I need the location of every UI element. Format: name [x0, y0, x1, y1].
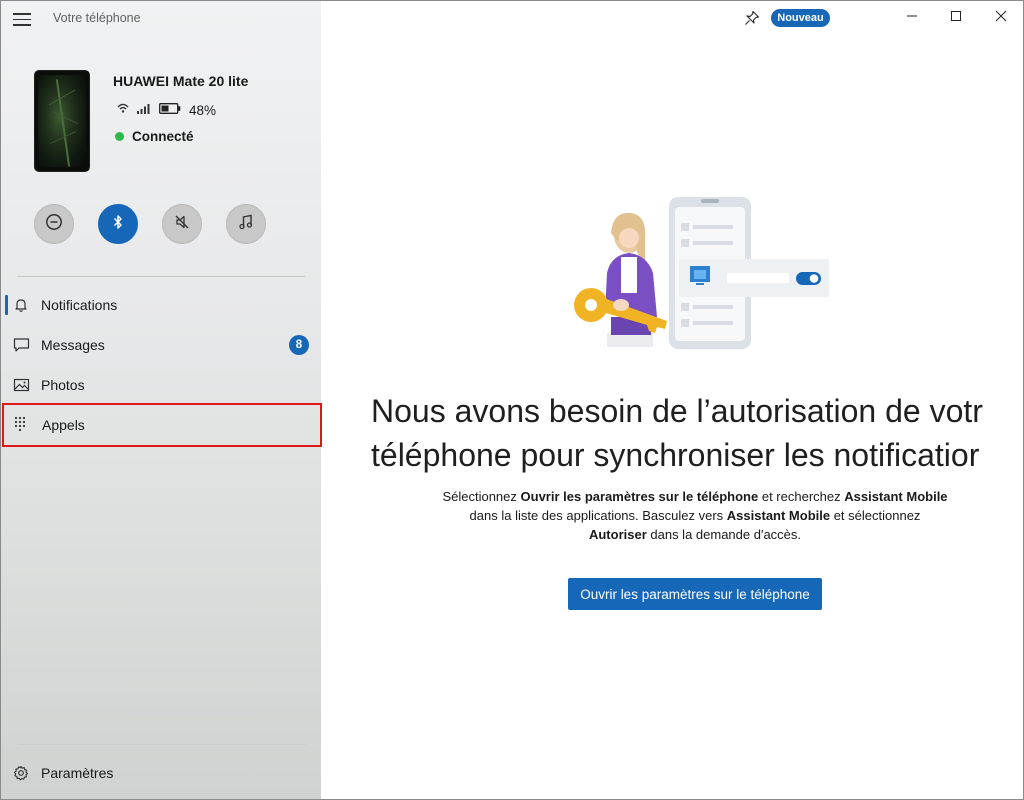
bluetooth-button[interactable]	[98, 204, 138, 244]
minimize-button[interactable]	[898, 5, 926, 31]
signal-icon	[137, 101, 151, 119]
headline-line-1: Nous avons besoin de l’autorisation de v…	[371, 393, 983, 429]
new-badge[interactable]: Nouveau	[771, 9, 830, 27]
unread-count-badge: 8	[289, 335, 309, 355]
connection-label: Connecté	[132, 129, 194, 144]
sidebar-divider-bottom	[17, 744, 305, 745]
selected-indicator	[5, 295, 8, 315]
app-window: Votre téléphone HUAWEI Mate 20 lite 48% …	[0, 0, 1024, 800]
connection-status: Connecté	[115, 129, 194, 144]
dialpad-icon	[14, 416, 32, 432]
mute-button[interactable]	[162, 204, 202, 244]
music-button[interactable]	[226, 204, 266, 244]
bluetooth-icon	[112, 214, 124, 235]
sidebar-item-label: Photos	[41, 377, 85, 393]
app-title: Votre téléphone	[53, 11, 141, 25]
wifi-icon	[117, 101, 129, 119]
do-not-disturb-icon	[45, 213, 63, 236]
instruction-bold: Assistant Mobile	[726, 508, 831, 523]
minimize-icon	[906, 9, 918, 27]
connection-dot	[115, 132, 124, 141]
permission-instructions: Sélectionnez Ouvrir les paramètres sur l…	[441, 487, 949, 544]
sidebar-item-settings[interactable]: Paramètres	[1, 754, 321, 792]
device-status-row: 48%	[117, 101, 216, 119]
sidebar-item-label: Notifications	[41, 297, 118, 313]
instruction-text: Sélectionnez	[442, 489, 521, 504]
instruction-text: dans la liste des applications. Basculez…	[469, 508, 727, 523]
bell-icon	[13, 297, 31, 313]
headline-line-2: téléphone pour synchroniser les notifica…	[371, 437, 980, 473]
pin-icon[interactable]	[743, 9, 761, 27]
menu-icon[interactable]	[13, 13, 31, 27]
instruction-bold: Autoriser	[588, 527, 647, 542]
sidebar-divider	[17, 276, 305, 277]
phone-wallpaper-thumbnail	[34, 70, 90, 172]
device-name: HUAWEI Mate 20 lite	[113, 73, 249, 89]
open-phone-settings-button[interactable]: Ouvrir les paramètres sur le téléphone	[568, 578, 822, 610]
message-icon	[13, 337, 31, 353]
instruction-text: et recherchez	[758, 489, 845, 504]
gear-icon	[13, 765, 31, 781]
battery-percentage: 48%	[189, 102, 217, 118]
close-button[interactable]	[987, 5, 1015, 31]
close-icon	[995, 9, 1007, 27]
instruction-text: et sélectionnez	[830, 508, 921, 523]
sidebar-item-calls[interactable]: Appels	[2, 403, 322, 447]
permission-headline: Nous avons besoin de l’autorisation de v…	[371, 389, 1023, 477]
mute-icon	[173, 213, 191, 236]
sidebar-item-label: Appels	[42, 417, 85, 433]
sidebar-item-notifications[interactable]: Notifications	[1, 286, 321, 324]
instruction-bold: Assistant Mobile	[844, 489, 948, 504]
battery-icon	[159, 101, 181, 119]
sidebar: Votre téléphone HUAWEI Mate 20 lite 48% …	[1, 1, 322, 799]
instruction-bold: Ouvrir les paramètres sur le téléphone	[520, 489, 759, 504]
do-not-disturb-button[interactable]	[34, 204, 74, 244]
sidebar-item-messages[interactable]: Messages 8	[1, 326, 321, 364]
permission-illustration	[571, 193, 841, 363]
instruction-text: dans la demande d'accès.	[646, 527, 802, 542]
photo-icon	[13, 377, 31, 393]
maximize-button[interactable]	[942, 5, 970, 31]
sidebar-item-photos[interactable]: Photos	[1, 366, 321, 404]
maximize-icon	[950, 9, 962, 27]
music-icon	[237, 213, 255, 236]
sidebar-item-label: Messages	[41, 337, 105, 353]
sidebar-item-label: Paramètres	[41, 765, 114, 781]
